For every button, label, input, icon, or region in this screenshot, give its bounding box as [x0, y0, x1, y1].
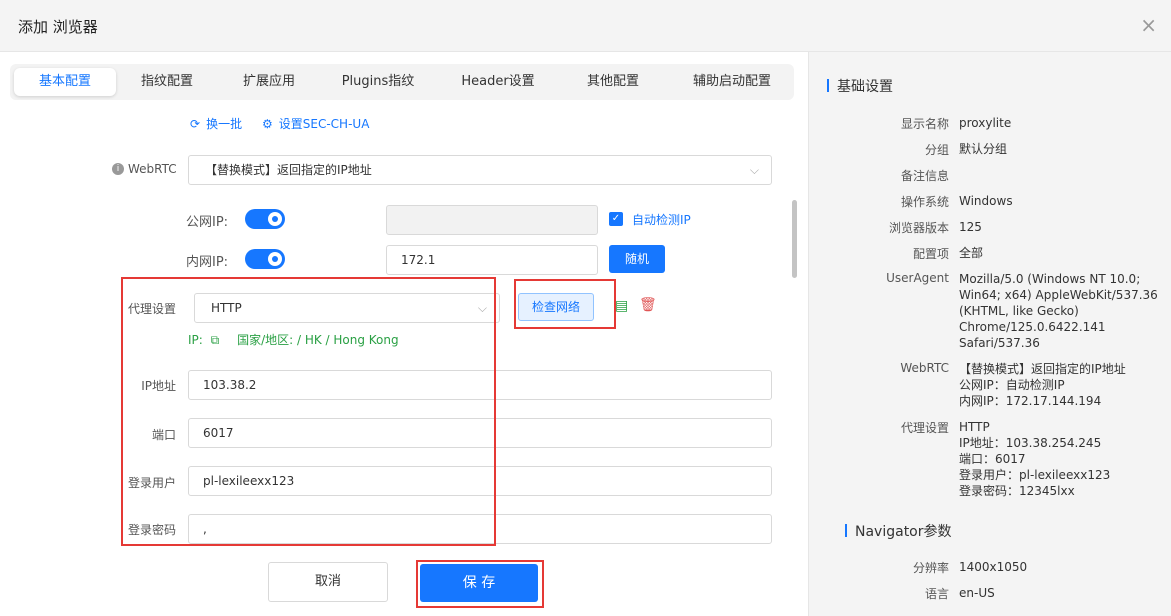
proxy-line: 登录密码：12345lxx	[959, 484, 1075, 498]
tab-basic[interactable]: 基本配置	[14, 68, 116, 96]
kv-key: 浏览器版本	[888, 221, 949, 235]
ua-line: Mozilla/5.0 (Windows NT 10.0;	[959, 272, 1141, 286]
scrollbar[interactable]	[792, 200, 797, 278]
webrtc-summary-key: WebRTC	[900, 361, 949, 375]
tab-header[interactable]: Header设置	[450, 68, 546, 96]
dialog-title: 添加 浏览器	[18, 18, 98, 36]
trash-icon[interactable]: 🗑	[639, 297, 657, 313]
kv-value: 默认分组	[959, 142, 1008, 156]
kv-value: 全部	[959, 246, 984, 260]
document-icon[interactable]: ▤	[615, 298, 628, 314]
webrtc-line: 公网IP：自动检测IP	[959, 378, 1065, 392]
gear-icon: ⚙	[262, 117, 273, 131]
kv-value: 125	[959, 220, 982, 234]
tab-fingerprint[interactable]: 指纹配置	[122, 68, 212, 96]
webrtc-summary-value: 【替换模式】返回指定的IP地址 公网IP：自动检测IP 内网IP：172.17.…	[959, 361, 1159, 409]
tab-bar: 基本配置 指纹配置 扩展应用 Plugins指纹 Header设置 其他配置 辅…	[10, 64, 794, 100]
navigator-title: Navigator参数	[845, 521, 952, 541]
toggle-knob	[268, 252, 282, 266]
kv-key: 配置项	[912, 247, 949, 261]
webrtc-select[interactable]: 【替换模式】返回指定的IP地址 ⌵	[188, 155, 772, 185]
sec-ch-ua-link[interactable]: ⚙ 设置SEC-CH-UA	[262, 115, 369, 132]
tab-launch[interactable]: 辅助启动配置	[676, 68, 788, 96]
webrtc-value: 【替换模式】返回指定的IP地址	[205, 163, 372, 177]
proxy-summary-key: 代理设置	[900, 421, 949, 435]
refresh-icon: ⟳	[190, 117, 201, 131]
auto-detect-label: 自动检测IP	[632, 213, 691, 227]
ua-line: Chrome/125.0.6422.141	[959, 320, 1106, 334]
proxy-highlight-box	[121, 277, 496, 546]
webrtc-line: 内网IP：172.17.144.194	[959, 394, 1102, 408]
useragent-value: Mozilla/5.0 (Windows NT 10.0; Win64; x64…	[959, 271, 1159, 351]
webrtc-label: WebRTC	[128, 162, 177, 176]
proxy-line: IP地址：103.38.254.245	[959, 436, 1102, 450]
dialog-header: 添加 浏览器 ×	[0, 0, 1171, 52]
ua-line: (KHTML, like Gecko)	[959, 304, 1079, 318]
kv-key: 备注信息	[900, 169, 949, 183]
private-ip-input[interactable]: 172.1	[386, 245, 598, 275]
public-ip-input[interactable]	[386, 205, 598, 235]
random-button[interactable]: 随机	[609, 245, 665, 273]
kv-value: proxylite	[959, 116, 1012, 130]
proxy-line: 端口：6017	[959, 452, 1026, 466]
basic-settings-title: 基础设置	[827, 76, 893, 96]
chevron-down-icon: ⌵	[749, 163, 759, 177]
save-highlight-box	[416, 560, 544, 608]
refresh-label: 换一批	[206, 117, 243, 131]
kv-value: 1400x1050	[959, 560, 1028, 574]
kv-key: 分辨率	[912, 561, 949, 575]
refresh-link[interactable]: ⟳ 换一批	[190, 115, 242, 132]
tab-plugins[interactable]: Plugins指纹	[328, 68, 428, 96]
useragent-key: UserAgent	[886, 271, 949, 285]
tab-other[interactable]: 其他配置	[568, 68, 658, 96]
close-icon[interactable]: ×	[1140, 14, 1157, 36]
proxy-summary-value: HTTP IP地址：103.38.254.245 端口：6017 登录用户：pl…	[959, 419, 1159, 499]
webrtc-line: 【替换模式】返回指定的IP地址	[959, 362, 1126, 376]
info-icon: i	[112, 163, 124, 175]
cancel-button[interactable]: 取消	[268, 562, 388, 602]
ua-line: Safari/537.36	[959, 336, 1040, 350]
kv-value: Windows	[959, 194, 1013, 208]
ua-line: Win64; x64) AppleWebKit/537.36	[959, 288, 1158, 302]
kv-key: 语言	[924, 587, 949, 601]
proxy-line: HTTP	[959, 420, 990, 434]
auto-detect-checkbox[interactable]: ✓	[609, 212, 623, 226]
check-network-highlight-box	[514, 279, 616, 329]
kv-value: en-US	[959, 586, 995, 600]
kv-key: 显示名称	[900, 117, 949, 131]
tab-extensions[interactable]: 扩展应用	[224, 68, 314, 96]
summary-panel: 基础设置 显示名称 proxylite 分组 默认分组 备注信息 操作系统 Wi…	[808, 52, 1171, 616]
public-ip-label: 公网IP:	[186, 215, 229, 230]
private-ip-toggle[interactable]	[245, 249, 285, 269]
public-ip-toggle[interactable]	[245, 209, 285, 229]
toggle-knob	[268, 212, 282, 226]
sec-ch-ua-label: 设置SEC-CH-UA	[278, 117, 370, 131]
private-ip-value: 172.1	[401, 253, 436, 267]
form-panel: 基本配置 指纹配置 扩展应用 Plugins指纹 Header设置 其他配置 辅…	[0, 52, 808, 616]
private-ip-label: 内网IP:	[186, 255, 229, 270]
kv-key: 分组	[924, 143, 949, 157]
proxy-line: 登录用户：pl-lexileexx123	[959, 468, 1111, 482]
kv-key: 操作系统	[900, 195, 949, 209]
